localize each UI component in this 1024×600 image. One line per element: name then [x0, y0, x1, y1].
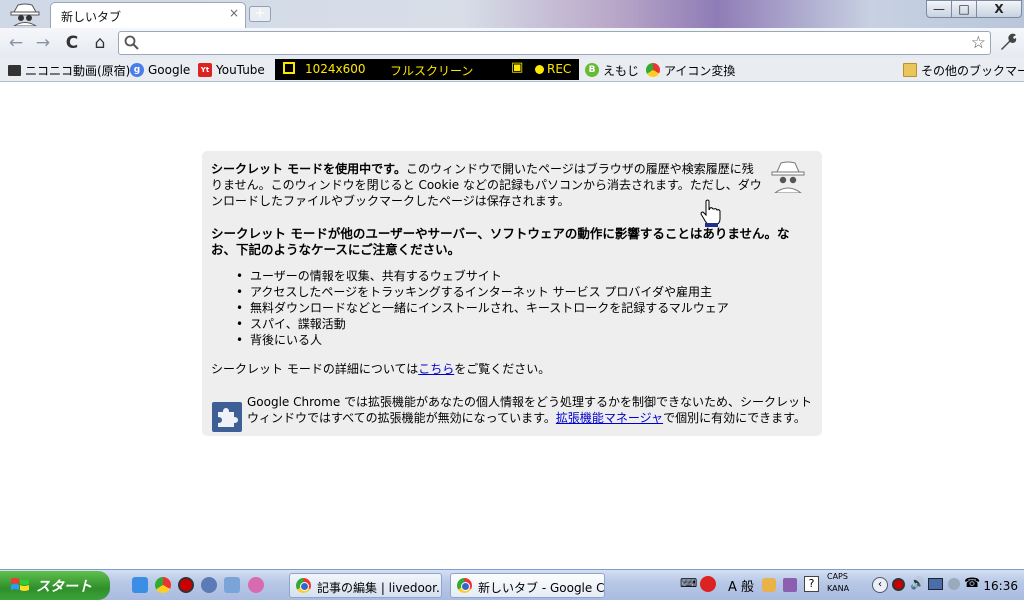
recorder-resolution: 1024x600 — [305, 62, 366, 76]
clock: 16:36 — [983, 579, 1018, 593]
learn-more-prefix: シークレット モードの詳細については — [211, 362, 419, 376]
maximize-button[interactable]: □ — [951, 0, 977, 18]
camera-icon[interactable]: ▣ — [511, 60, 523, 75]
taskbar-item-label: 新しいタブ - Google C... — [478, 581, 605, 595]
list-item: 背後にいる人 — [230, 332, 790, 348]
list-item: ユーザーの情報を収集、共有するウェブサイト — [230, 268, 790, 284]
rec-button[interactable]: REC — [547, 62, 571, 76]
chrome-quicklaunch-icon[interactable] — [155, 577, 171, 593]
wrench-icon[interactable] — [997, 31, 1019, 53]
bookmark-nicovideo[interactable]: ニコニコ動画(原宿) — [8, 62, 130, 78]
forward-arrow-icon[interactable]: → — [32, 32, 54, 54]
extension-puzzle-icon — [212, 402, 242, 432]
incognito-warning-heading: シークレット モードが他のユーザーやサーバー、ソフトウェアの動作に影響することは… — [211, 226, 790, 257]
address-bar[interactable]: ☆ — [118, 31, 991, 55]
ime-language-bar[interactable]: ⌨ A 般 ? CAPS KANA — [680, 572, 870, 595]
incognito-icon — [771, 161, 805, 193]
bookmark-google[interactable]: g Google — [130, 62, 190, 78]
list-item: 無料ダウンロードなどと一緒にインストールされ、キーストロークを記録するマルウェア — [230, 300, 790, 316]
chrome-icon — [296, 578, 311, 593]
emoji-icon: B — [585, 63, 599, 77]
incognito-intro-text: シークレット モードを使用中です。このウィンドウで開いたページはブラウザの履歴や… — [211, 161, 763, 209]
hand-cursor-icon — [700, 199, 721, 227]
monitor-icon[interactable] — [928, 578, 943, 590]
tab-title: 新しいタブ — [61, 10, 122, 24]
taskbar-item-new-tab[interactable]: 新しいタブ - Google C... — [450, 573, 605, 598]
recorder-mode[interactable]: フルスクリーン — [390, 62, 473, 79]
volume-icon[interactable]: 🔊 — [910, 576, 925, 590]
ime-tool-icon[interactable] — [762, 578, 776, 592]
extension-manager-link[interactable]: 拡張機能マネージャ — [556, 411, 663, 425]
network-quicklaunch-icon[interactable] — [201, 577, 217, 593]
tray-expand-icon[interactable]: ‹ — [872, 577, 888, 593]
reload-icon[interactable]: C — [61, 32, 83, 54]
ime-mode[interactable]: A 般 — [728, 576, 754, 595]
incognito-info-panel: シークレット モードを使用中です。このウィンドウで開いたページはブラウザの履歴や… — [202, 151, 822, 436]
google-icon: g — [130, 63, 144, 77]
extensions-note-suffix: で個別に有効にできます。 — [663, 411, 806, 425]
home-icon[interactable]: ⌂ — [89, 32, 111, 54]
bookmarks-bar: ニコニコ動画(原宿) g Google Yt YouTube 1024x600 … — [0, 58, 1024, 82]
tab-new-tab[interactable]: 新しいタブ × — [50, 2, 246, 28]
incognito-intro-bold: シークレット モードを使用中です。 — [211, 162, 406, 176]
bookmark-icon-convert[interactable]: アイコン変換 — [646, 62, 735, 78]
incognito-logo-icon — [10, 3, 40, 26]
taskbar: スタート 記事の編集 | livedoor... 新しいタブ - Google … — [0, 569, 1024, 600]
search-icon — [124, 35, 139, 50]
bookmark-label: Google — [148, 63, 191, 77]
window-size-icon — [283, 62, 295, 74]
list-item: スパイ、諜報活動 — [230, 316, 790, 332]
bookmark-label: YouTube — [216, 63, 265, 77]
ime-palette-icon[interactable] — [700, 576, 716, 592]
ime-dict-icon[interactable] — [783, 578, 797, 592]
tool-quicklaunch-icon[interactable] — [248, 577, 264, 593]
record-dot-icon — [535, 65, 544, 74]
bookmark-youtube[interactable]: Yt YouTube — [198, 62, 265, 78]
start-button[interactable]: スタート — [0, 571, 110, 600]
help-icon[interactable]: ? — [804, 576, 819, 592]
caps-indicator: CAPS — [827, 572, 848, 581]
browser-toolbar: ← → C ⌂ ☆ — [0, 28, 1024, 58]
windows-flag-icon — [11, 578, 29, 591]
learn-more-text: シークレット モードの詳細についてはこちらをご覧ください。 — [211, 361, 771, 377]
app-quicklaunch-icon[interactable] — [224, 577, 240, 593]
back-arrow-icon[interactable]: ← — [5, 32, 27, 54]
kana-indicator: KANA — [827, 584, 850, 593]
youtube-icon: Yt — [198, 63, 212, 77]
record-tray-icon[interactable] — [892, 578, 905, 591]
learn-more-link[interactable]: こちら — [418, 362, 454, 376]
nicovideo-icon — [8, 64, 21, 76]
ie-quicklaunch-icon[interactable] — [132, 577, 148, 593]
other-bookmarks-label: その他のブックマーク — [921, 63, 1024, 78]
chrome-icon — [457, 578, 472, 593]
learn-more-suffix: をご覧ください。 — [454, 362, 551, 376]
other-bookmarks[interactable]: その他のブックマーク — [903, 62, 1024, 78]
new-tab-button[interactable]: + — [249, 6, 271, 22]
bookmark-label: えもじ — [603, 63, 640, 78]
title-bar: 新しいタブ × + — □ X — [0, 0, 1024, 28]
screen-recorder-bar[interactable]: 1024x600 フルスクリーン ▣ REC — [275, 59, 579, 80]
bookmark-label: アイコン変換 — [664, 63, 736, 78]
folder-icon — [903, 63, 917, 77]
minimize-button[interactable]: — — [926, 0, 952, 18]
bookmark-star-icon[interactable]: ☆ — [971, 33, 986, 53]
taskbar-item-livedoor[interactable]: 記事の編集 | livedoor... — [289, 573, 442, 598]
phone-icon[interactable]: ☎ — [964, 576, 980, 591]
icon-convert-icon — [646, 63, 660, 77]
start-label: スタート — [36, 579, 92, 595]
extensions-note-text: Google Chrome では拡張機能があなたの個人情報をどう処理するかを制御… — [247, 394, 817, 426]
tab-close-icon[interactable]: × — [229, 6, 239, 20]
keyboard-icon: ⌨ — [680, 576, 698, 590]
list-item: アクセスしたページをトラッキングするインターネット サービス プロバイダや雇用主 — [230, 284, 790, 300]
bookmark-label: ニコニコ動画(原宿) — [25, 63, 131, 78]
taskbar-item-label: 記事の編集 | livedoor... — [317, 581, 442, 595]
warning-list: ユーザーの情報を収集、共有するウェブサイト アクセスしたページをトラッキングする… — [230, 268, 790, 348]
network-icon[interactable] — [948, 578, 960, 590]
system-tray: ‹ 🔊 ☎ 16:36 — [870, 572, 1024, 599]
record-quicklaunch-icon[interactable] — [178, 577, 194, 593]
bookmark-emoji[interactable]: B えもじ — [585, 62, 639, 78]
close-window-button[interactable]: X — [976, 0, 1022, 18]
